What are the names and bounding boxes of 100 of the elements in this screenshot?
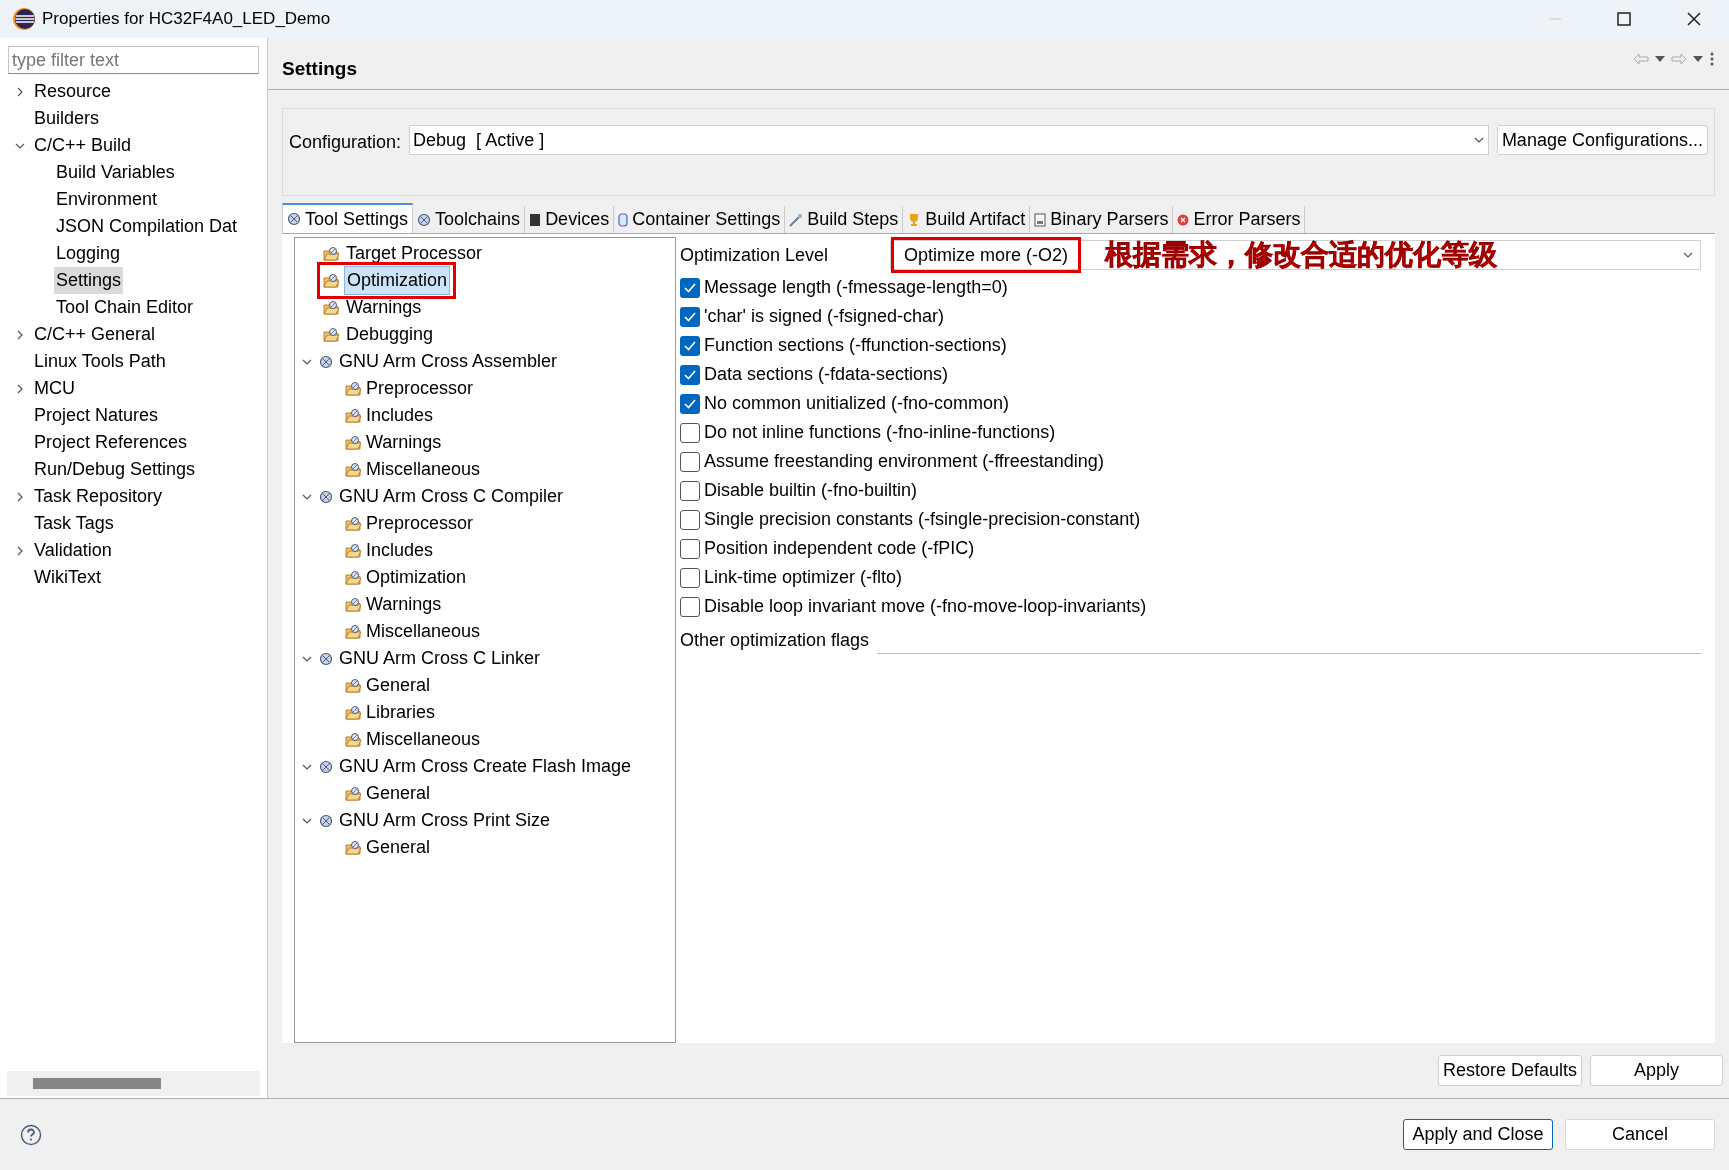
- checkbox[interactable]: [680, 538, 700, 559]
- restore-defaults-button[interactable]: Restore Defaults: [1437, 1055, 1582, 1086]
- folder-gear-icon: [323, 300, 340, 315]
- tree-item[interactable]: GNU Arm Cross Create Flash Image: [339, 753, 632, 780]
- configuration-label: Configuration:: [289, 131, 402, 154]
- folder-gear-icon: [345, 624, 362, 639]
- tree-item[interactable]: Libraries: [366, 699, 436, 726]
- other-flags-label: Other optimization flags: [680, 628, 870, 652]
- apply-button[interactable]: Apply: [1590, 1055, 1723, 1086]
- nav-item[interactable]: Run/Debug Settings: [32, 456, 198, 483]
- nav-item[interactable]: Build Variables: [54, 159, 177, 186]
- tree-item[interactable]: Optimization: [344, 266, 451, 295]
- dropdown-caret-icon[interactable]: [1655, 54, 1665, 63]
- tab[interactable]: Build Steps: [785, 206, 904, 233]
- tree-item[interactable]: Warnings: [366, 591, 442, 618]
- horizontal-scrollbar[interactable]: [7, 1071, 260, 1096]
- folder-gear-icon: [345, 435, 362, 450]
- folder-gear-icon: [345, 408, 362, 423]
- tree-item[interactable]: Miscellaneous: [366, 618, 481, 645]
- checkbox[interactable]: [680, 480, 700, 501]
- tree-item[interactable]: Warnings: [344, 294, 424, 321]
- nav-item[interactable]: C/C++ Build: [32, 132, 134, 159]
- checkbox[interactable]: [680, 509, 700, 530]
- tree-item[interactable]: General: [366, 834, 431, 861]
- checkbox[interactable]: [680, 451, 700, 472]
- tree-item[interactable]: Warnings: [366, 429, 442, 456]
- option-label: Do not inline functions (-fno-inline-functions): [704, 421, 1056, 444]
- tree-item[interactable]: Includes: [366, 402, 434, 429]
- tab[interactable]: Build Artifact: [903, 206, 1031, 233]
- tab[interactable]: Toolchains: [413, 206, 526, 233]
- checkbox[interactable]: [680, 596, 700, 617]
- help-icon[interactable]: [20, 1123, 42, 1146]
- tree-item[interactable]: Debugging: [344, 321, 436, 348]
- nav-item[interactable]: WikiText: [32, 564, 103, 591]
- tree-item[interactable]: Miscellaneous: [366, 456, 481, 483]
- checkbox[interactable]: [680, 364, 700, 385]
- tree-item[interactable]: Preprocessor: [366, 375, 474, 402]
- tree-item[interactable]: Miscellaneous: [366, 726, 481, 753]
- folder-gear-icon: [345, 732, 362, 747]
- tab[interactable]: Binary Parsers: [1030, 206, 1174, 233]
- nav-item[interactable]: Builders: [32, 105, 102, 132]
- option-label: Position independent code (-fPIC): [704, 537, 975, 560]
- option-label: 'char' is signed (-fsigned-char): [704, 305, 944, 328]
- cancel-button[interactable]: Cancel: [1565, 1119, 1715, 1150]
- nav-item[interactable]: Tool Chain Editor: [54, 294, 196, 321]
- tab[interactable]: Devices: [525, 206, 615, 233]
- tree-item[interactable]: General: [366, 780, 431, 807]
- annotation-text: 根据需求，修改合适的优化等级: [1105, 238, 1498, 272]
- option-label: Link-time optimizer (-flto): [704, 566, 903, 589]
- nav-item[interactable]: Project References: [32, 429, 190, 456]
- nav-item[interactable]: Project Natures: [32, 402, 161, 429]
- checkbox[interactable]: [680, 422, 700, 443]
- nav-item[interactable]: C/C++ General: [32, 321, 158, 348]
- gear-icon: [319, 813, 333, 828]
- tree-item[interactable]: GNU Arm Cross Print Size: [339, 807, 551, 834]
- nav-item[interactable]: Logging: [54, 240, 123, 267]
- folder-gear-icon: [323, 327, 340, 342]
- tab[interactable]: Container Settings: [614, 206, 786, 233]
- checkbox[interactable]: [680, 393, 700, 414]
- tab[interactable]: Error Parsers: [1173, 206, 1306, 233]
- optimization-level-dropdown[interactable]: Optimize more (-O2) 根据需求，修改合适的优化等级: [890, 240, 1701, 270]
- checkbox[interactable]: [680, 335, 700, 356]
- tree-item[interactable]: General: [366, 672, 431, 699]
- nav-item[interactable]: Task Tags: [32, 510, 116, 537]
- nav-item[interactable]: Environment: [54, 186, 160, 213]
- manage-configurations-button[interactable]: Manage Configurations...: [1496, 125, 1708, 155]
- apply-and-close-button[interactable]: Apply and Close: [1403, 1119, 1553, 1150]
- option-label: Disable builtin (-fno-builtin): [704, 479, 918, 502]
- tree-item[interactable]: GNU Arm Cross C Compiler: [339, 483, 564, 510]
- filter-field[interactable]: type filter text: [8, 46, 259, 74]
- folder-gear-icon: [345, 570, 362, 585]
- tree-item[interactable]: Includes: [366, 537, 434, 564]
- more-options-icon[interactable]: [1709, 50, 1715, 67]
- tree-item[interactable]: Preprocessor: [366, 510, 474, 537]
- option-label: Data sections (-fdata-sections): [704, 363, 949, 386]
- checkbox[interactable]: [680, 567, 700, 588]
- page-title: Settings: [282, 57, 357, 82]
- gear-icon: [287, 212, 301, 226]
- tree-item[interactable]: Optimization: [366, 564, 467, 591]
- nav-item[interactable]: Linux Tools Path: [32, 348, 168, 375]
- gear-icon: [319, 489, 333, 504]
- tree-item[interactable]: GNU Arm Cross C Linker: [339, 645, 541, 672]
- tab[interactable]: Tool Settings: [282, 203, 414, 233]
- configuration-dropdown[interactable]: Debug [ Active ]: [409, 125, 1489, 155]
- nav-item[interactable]: Validation: [32, 537, 114, 564]
- nav-item[interactable]: Resource: [32, 78, 114, 105]
- checkmark-icon: [684, 398, 696, 409]
- cylinder-icon: [618, 212, 629, 227]
- checkmark-icon: [684, 282, 696, 293]
- folder-gear-icon: [345, 678, 362, 693]
- option-label: Disable loop invariant move (-fno-move-loop-invariants): [704, 595, 1147, 618]
- nav-item[interactable]: MCU: [32, 375, 77, 402]
- checkbox[interactable]: [680, 306, 700, 327]
- checkbox[interactable]: [680, 277, 700, 298]
- tree-item[interactable]: Target Processor: [344, 240, 485, 267]
- dropdown-caret-icon[interactable]: [1693, 54, 1703, 63]
- nav-item[interactable]: Settings: [54, 267, 124, 294]
- nav-item[interactable]: JSON Compilation Dat: [54, 213, 240, 240]
- nav-item[interactable]: Task Repository: [32, 483, 165, 510]
- tree-item[interactable]: GNU Arm Cross Assembler: [339, 348, 558, 375]
